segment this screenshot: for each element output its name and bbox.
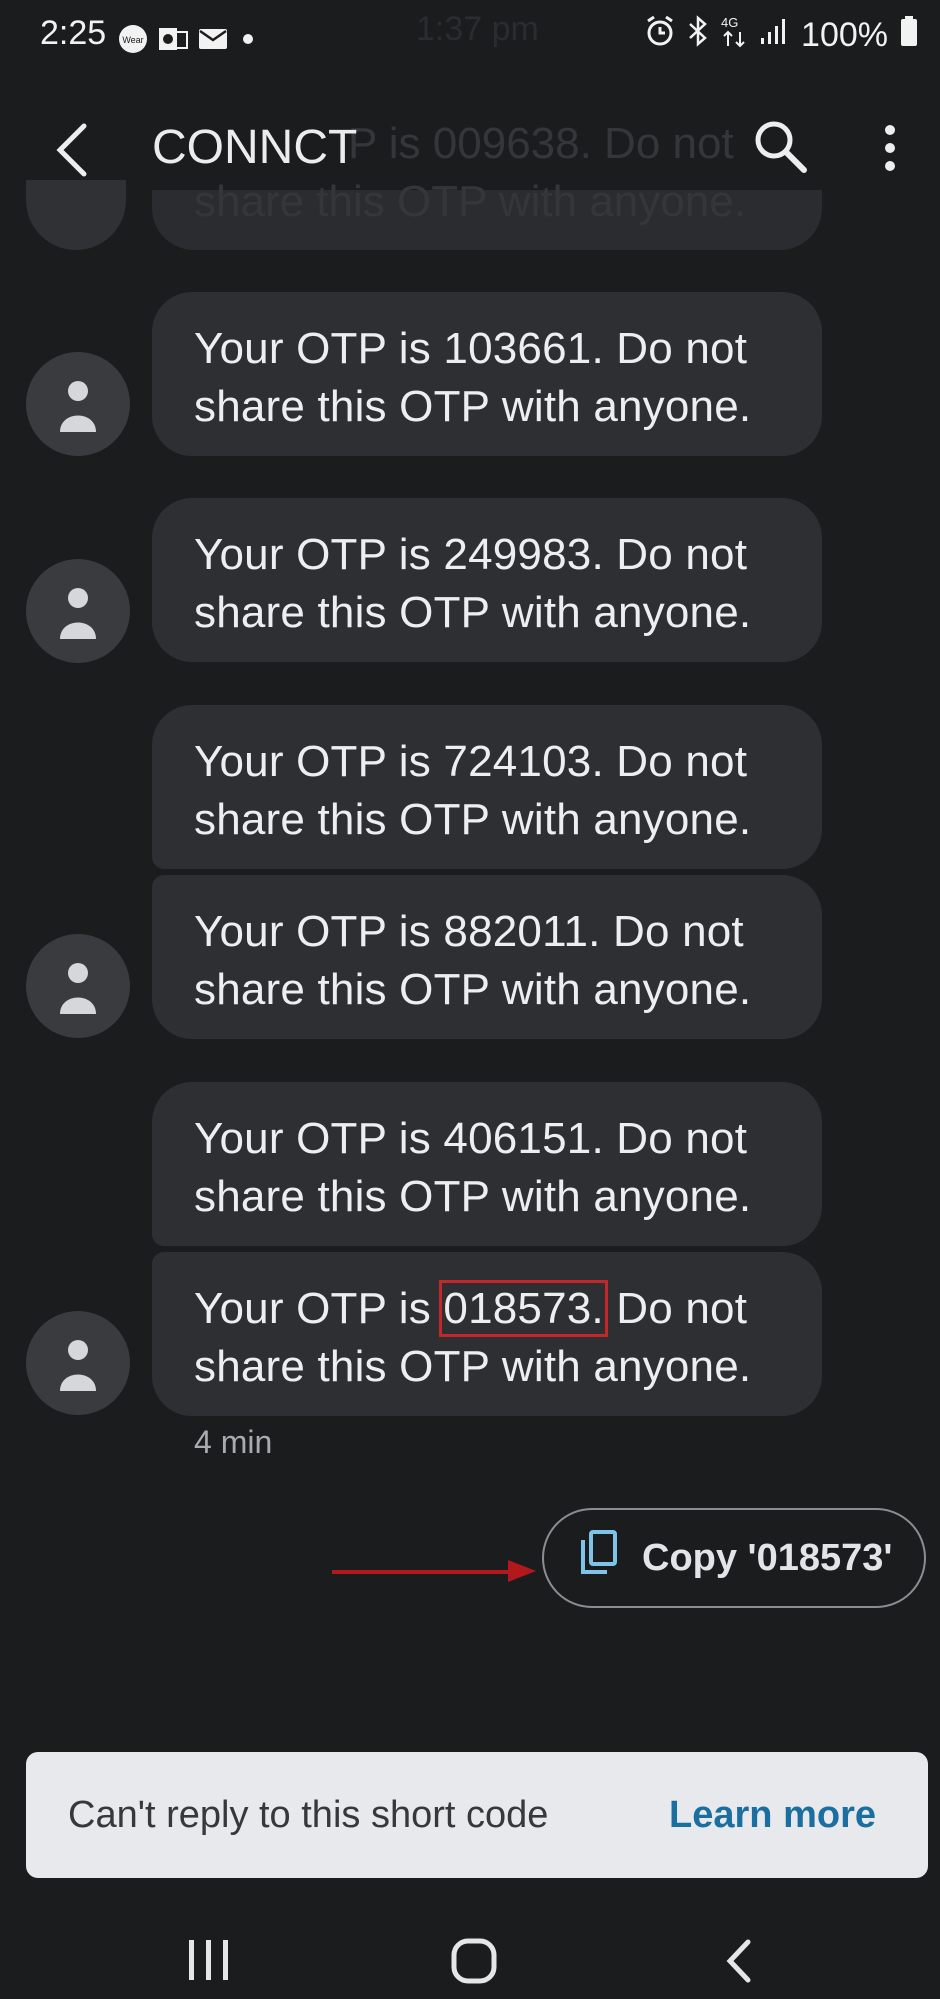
mail-icon	[198, 27, 228, 56]
ghost-time: 1:37 pm	[416, 10, 539, 48]
message-line-2: share this OTP with anyone.	[194, 382, 752, 431]
dot-icon	[238, 29, 258, 54]
otp-code: 724103	[443, 737, 592, 786]
nav-back-icon[interactable]	[724, 1938, 754, 1989]
battery-icon	[900, 15, 918, 56]
person-icon	[60, 588, 96, 639]
message-bubble[interactable]: Your OTP is 249983. Do not share this OT…	[152, 498, 822, 662]
person-icon	[60, 1340, 96, 1391]
status-time: 2:25	[40, 14, 107, 52]
bluetooth-icon	[687, 15, 709, 56]
copy-icon	[578, 1530, 618, 1586]
message-bubble[interactable]: Your OTP is 882011. Do not share this OT…	[152, 875, 822, 1039]
ghost-avatar	[26, 180, 126, 250]
message-bubble[interactable]: Your OTP is 103661. Do not share this OT…	[152, 292, 822, 456]
annotation-arrow	[332, 1556, 538, 1586]
otp-code-highlighted[interactable]: 018573.	[439, 1280, 608, 1337]
message-line-2: share this OTP with anyone.	[194, 1342, 752, 1391]
learn-more-link[interactable]: Learn more	[669, 1794, 876, 1837]
message-bubble[interactable]: Your OTP is 724103. Do not share this OT…	[152, 705, 822, 869]
recent-apps-icon[interactable]	[186, 1938, 232, 1987]
battery-percent: 100%	[801, 16, 888, 54]
otp-code: 103661	[443, 324, 592, 373]
sender-avatar	[26, 934, 130, 1038]
otp-code: 882011	[443, 907, 589, 956]
svg-text:Wear: Wear	[122, 35, 143, 45]
message-bubble-latest[interactable]: Your OTP is 018573. Do not share this OT…	[152, 1252, 822, 1416]
signal-icon	[759, 16, 789, 55]
home-icon[interactable]	[450, 1938, 498, 1989]
otp-code: 406151	[443, 1114, 592, 1163]
conversation-title: CONNCT	[152, 121, 358, 174]
back-icon[interactable]	[52, 120, 92, 180]
copy-otp-button[interactable]: Copy '018573'	[542, 1508, 926, 1608]
message-line-1: Your OTP is 724103. Do not	[194, 737, 748, 786]
status-notification-icons: Wear	[118, 24, 258, 59]
message-line-1: Your OTP is 406151. Do not	[194, 1114, 748, 1163]
network-4g-icon: 4G	[721, 14, 747, 57]
outlook-icon	[158, 25, 188, 58]
message-line-2: share this OTP with anyone.	[194, 965, 752, 1014]
copy-otp-label: Copy '018573'	[642, 1536, 893, 1579]
message-line-2: share this OTP with anyone.	[194, 1172, 752, 1221]
message-timestamp: 4 min	[194, 1424, 273, 1460]
sender-avatar	[26, 352, 130, 456]
message-line-1: Your OTP is 018573. Do not	[194, 1280, 748, 1337]
message-line-2: share this OTP with anyone.	[194, 588, 752, 637]
svg-text:4G: 4G	[721, 15, 738, 30]
wear-os-icon: Wear	[118, 24, 148, 59]
status-system-icons: 4G 100%	[645, 14, 918, 57]
otp-code: 249983	[443, 530, 592, 579]
sender-avatar	[26, 559, 130, 663]
sender-avatar	[26, 1311, 130, 1415]
message-bubble[interactable]: Your OTP is 406151. Do not share this OT…	[152, 1082, 822, 1246]
message-line-1: Your OTP is 103661. Do not	[194, 324, 748, 373]
banner-text: Can't reply to this short code	[68, 1793, 549, 1836]
message-line-1: Your OTP is 882011. Do not	[194, 907, 744, 956]
person-icon	[60, 963, 96, 1014]
person-icon	[60, 381, 96, 432]
ghost-line-2: share this OTP with anyone.	[194, 177, 746, 226]
message-line-2: share this OTP with anyone.	[194, 795, 752, 844]
alarm-icon	[645, 15, 675, 56]
message-line-1: Your OTP is 249983. Do not	[194, 530, 748, 579]
short-code-banner: Can't reply to this short code Learn mor…	[26, 1752, 928, 1878]
more-vert-icon[interactable]	[870, 122, 910, 178]
search-icon[interactable]	[752, 118, 808, 174]
